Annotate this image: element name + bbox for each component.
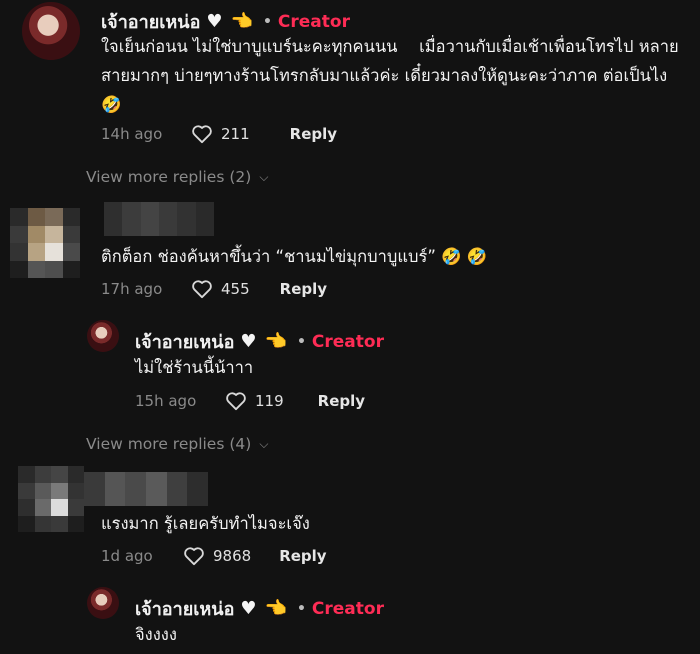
creator-badge: Creator <box>311 331 384 352</box>
comment-meta: 1d ago 9868 Reply <box>101 546 327 566</box>
comment-meta: 17h ago 455 Reply <box>101 279 327 299</box>
comment-text: ติกต็อก ช่องค้นหาขึ้นว่า “ชานมไข่มุกบาบู… <box>101 247 488 266</box>
separator-dot: • <box>296 600 306 617</box>
blurred-username[interactable] <box>104 202 214 236</box>
creator-avatar[interactable] <box>22 2 80 60</box>
blurred-avatar[interactable] <box>18 466 84 532</box>
like-button[interactable]: 455 <box>191 279 250 299</box>
white-heart-icon: ♥ <box>206 11 223 32</box>
reply-time: 15h ago <box>135 392 197 410</box>
comment-time: 17h ago <box>101 280 163 298</box>
view-more-replies[interactable]: View more replies (2) ⌵ <box>86 168 268 186</box>
heart-icon <box>226 392 246 411</box>
reply-meta: 15h ago 119 Reply <box>135 391 365 411</box>
reply-author[interactable]: เจ้าอายเหน่อ ♥ 👈 • Creator <box>135 594 384 623</box>
heart-icon <box>192 280 212 299</box>
view-more-label: View more replies (2) <box>86 168 252 186</box>
pointing-hand-icon: 👈 <box>264 331 287 352</box>
reply-button[interactable]: Reply <box>290 125 337 143</box>
comment-time: 14h ago <box>101 125 163 143</box>
like-button[interactable]: 9868 <box>183 546 251 566</box>
separator-dot: • <box>262 13 272 30</box>
like-count: 119 <box>255 392 284 410</box>
reply-button[interactable]: Reply <box>279 547 326 565</box>
pointing-hand-icon: 👈 <box>264 598 287 619</box>
white-heart-icon: ♥ <box>240 331 257 352</box>
creator-avatar[interactable] <box>87 587 119 619</box>
comment-meta: 14h ago 211 Reply <box>101 124 337 144</box>
comment-text: ใจเย็นก่อนน ไม่ใช่บาบูแบร์นะคะทุกคนนน เม… <box>101 37 679 114</box>
blurred-avatar[interactable] <box>10 208 80 278</box>
white-heart-icon: ♥ <box>240 598 257 619</box>
comment-time: 1d ago <box>101 547 153 565</box>
pointing-hand-icon: 👈 <box>230 11 253 32</box>
heart-icon <box>184 547 204 566</box>
creator-badge: Creator <box>311 598 384 619</box>
reply-author[interactable]: เจ้าอายเหน่อ ♥ 👈 • Creator <box>135 327 384 356</box>
like-count: 455 <box>221 280 250 298</box>
separator-dot: • <box>296 333 306 350</box>
comment-text: แรงมาก รู้เลยครับทำไมจะเจ๊ง <box>101 514 310 533</box>
reply-text: จิงงงง <box>135 625 177 644</box>
reply-text: ไม่ใช่ร้านนี้น้าาา <box>135 358 270 377</box>
view-more-label: View more replies (4) <box>86 435 252 453</box>
chevron-down-icon: ⌵ <box>259 436 269 451</box>
like-count: 9868 <box>213 547 252 565</box>
heart-icon <box>192 125 212 144</box>
like-count: 211 <box>221 125 250 143</box>
blurred-username[interactable] <box>84 472 208 506</box>
like-button[interactable]: 119 <box>225 391 284 411</box>
like-button[interactable]: 211 <box>191 124 250 144</box>
author-name: เจ้าอายเหน่อ <box>135 332 235 353</box>
view-more-replies[interactable]: View more replies (4) ⌵ <box>86 435 268 453</box>
creator-badge: Creator <box>277 11 350 32</box>
author-name: เจ้าอายเหน่อ <box>135 599 235 620</box>
reply-button[interactable]: Reply <box>280 280 327 298</box>
chevron-down-icon: ⌵ <box>259 169 269 184</box>
reply-button[interactable]: Reply <box>318 392 365 410</box>
creator-avatar[interactable] <box>87 320 119 352</box>
